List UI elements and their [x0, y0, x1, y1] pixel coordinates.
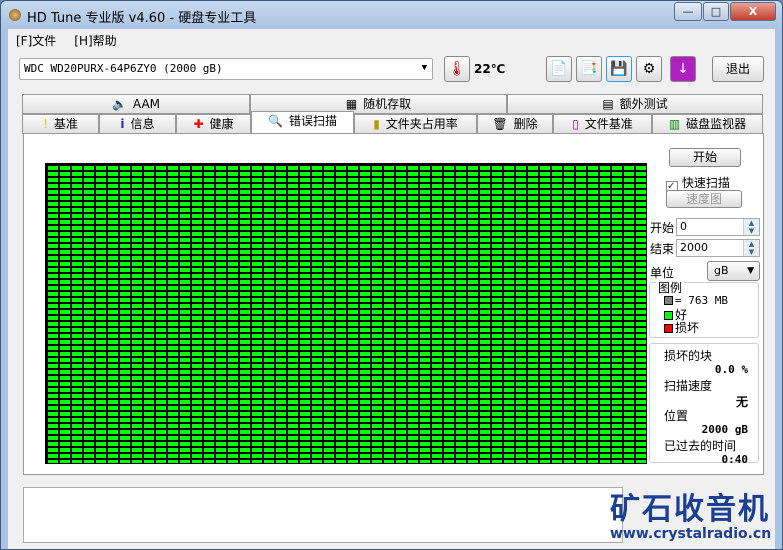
title-bar: HD Tune 专业版 v4.60 - 硬盘专业工具 — □ X	[1, 1, 782, 29]
start-input[interactable]: 0 ▲ ▼	[676, 218, 760, 236]
legend-group: 图例 = 763 MB 好 损坏	[649, 279, 759, 338]
watermark-cn: 矿石收音机	[610, 492, 770, 527]
app-window: HD Tune 专业版 v4.60 - 硬盘专业工具 — □ X [F]文件 […	[0, 0, 783, 550]
chevron-down-icon: ▼	[747, 266, 754, 276]
scan-block-map	[45, 163, 647, 464]
magnifier-icon: 🔍	[268, 114, 283, 128]
watermark-url: www.crystalradio.cn	[610, 526, 772, 542]
menu-bar: [F]文件 [H]帮助	[8, 29, 775, 51]
position-value: 2000 gB	[701, 423, 748, 436]
scan-speed-label: 扫描速度	[664, 379, 713, 393]
client-area: [F]文件 [H]帮助 WDC WD20PURX-64P6ZY0 (2000 g…	[8, 29, 775, 549]
unit-select[interactable]: gB ▼	[707, 261, 760, 281]
maximize-button[interactable]: □	[703, 2, 729, 21]
tab-file-benchmark[interactable]: ▯ 文件基准	[553, 114, 652, 134]
position-label: 位置	[664, 409, 689, 423]
speed-map-button[interactable]: 速度图	[666, 190, 742, 208]
spinner-icon[interactable]: ▲ ▼	[743, 240, 759, 256]
elapsed-time-label: 已过去的时间	[664, 439, 737, 453]
end-input[interactable]: 2000 ▲ ▼	[676, 239, 760, 257]
close-button[interactable]: X	[730, 2, 776, 21]
menu-file[interactable]: [F]文件	[16, 32, 56, 48]
end-label: 结束	[650, 242, 675, 256]
folder-icon: ▮	[373, 117, 380, 131]
copy-image-button[interactable]: 📑	[576, 56, 602, 82]
temperature: 22℃	[474, 62, 506, 76]
scatter-icon: ▦	[345, 97, 358, 111]
exit-button[interactable]: 退出	[712, 56, 764, 82]
save-button[interactable]: 💾	[606, 56, 632, 82]
stats-group: 损坏的块 0.0 % 扫描速度 无 位置 2000 gB 已过去的时间 0:40	[649, 343, 759, 466]
start-button[interactable]: 开始	[669, 148, 741, 167]
start-label: 开始	[650, 221, 675, 235]
damaged-blocks-value: 0.0 %	[714, 363, 748, 376]
drive-select[interactable]: WDC WD20PURX-64P6ZY0 (2000 gB) ▼	[19, 58, 433, 80]
tab-erase[interactable]: 🗑 删除	[477, 114, 553, 134]
drive-value: WDC WD20PURX-64P6ZY0 (2000 gB)	[24, 62, 223, 75]
chart-icon: ▥	[668, 117, 681, 131]
tab-folder-usage[interactable]: ▮ 文件夹占用率	[354, 114, 477, 134]
trash-icon: 🗑	[492, 117, 508, 131]
tab-extra-tests[interactable]: ▤ 额外测试	[507, 94, 763, 114]
thermometer-icon[interactable]: 🌡	[444, 56, 470, 82]
tab-info[interactable]: i 信息	[99, 114, 176, 134]
scan-speed-value: 无	[735, 395, 748, 409]
error-scan-panel: 开始 ✓ 快速扫描 速度图 开始 0 ▲ ▼ 结束 2000 ▲ ▼ 单位 gB ▼ 图例…	[23, 133, 764, 475]
window-title: HD Tune 专业版 v4.60 - 硬盘专业工具	[27, 11, 257, 26]
exclamation-icon: !	[43, 117, 48, 131]
tab-disk-monitor[interactable]: ▥ 磁盘监视器	[652, 114, 763, 134]
menu-help[interactable]: [H]帮助	[74, 32, 116, 48]
spinner-icon[interactable]: ▲ ▼	[743, 219, 759, 235]
minimize-button[interactable]: —	[674, 2, 702, 21]
tab-benchmark[interactable]: ! 基准	[22, 114, 99, 134]
legend-block-size: = 763 MB	[664, 293, 728, 307]
damaged-blocks-label: 损坏的块	[664, 349, 713, 363]
file-icon: ▯	[572, 117, 579, 131]
tab-health[interactable]: ✚ 健康	[176, 114, 251, 134]
speaker-icon: 🔈	[111, 97, 127, 111]
download-arrow-button[interactable]: ↓	[670, 56, 696, 82]
watermark: 矿石收音机 www.crystalradio.cn	[610, 484, 771, 542]
red-cross-icon: ✚	[193, 117, 204, 131]
tab-error-scan[interactable]: 🔍 错误扫描	[251, 111, 354, 134]
chevron-down-icon: ▼	[421, 63, 427, 73]
app-icon	[9, 9, 21, 21]
tab-aam[interactable]: 🔈 AAM	[22, 94, 250, 114]
copy-text-button[interactable]: 📄	[546, 56, 572, 82]
log-area[interactable]	[23, 487, 623, 543]
options-button[interactable]: ⚙	[636, 56, 662, 82]
calculator-icon: ▤	[602, 97, 614, 111]
info-icon: i	[120, 117, 125, 131]
legend-bad: 损坏	[664, 319, 699, 336]
elapsed-time-value: 0:40	[721, 453, 749, 466]
